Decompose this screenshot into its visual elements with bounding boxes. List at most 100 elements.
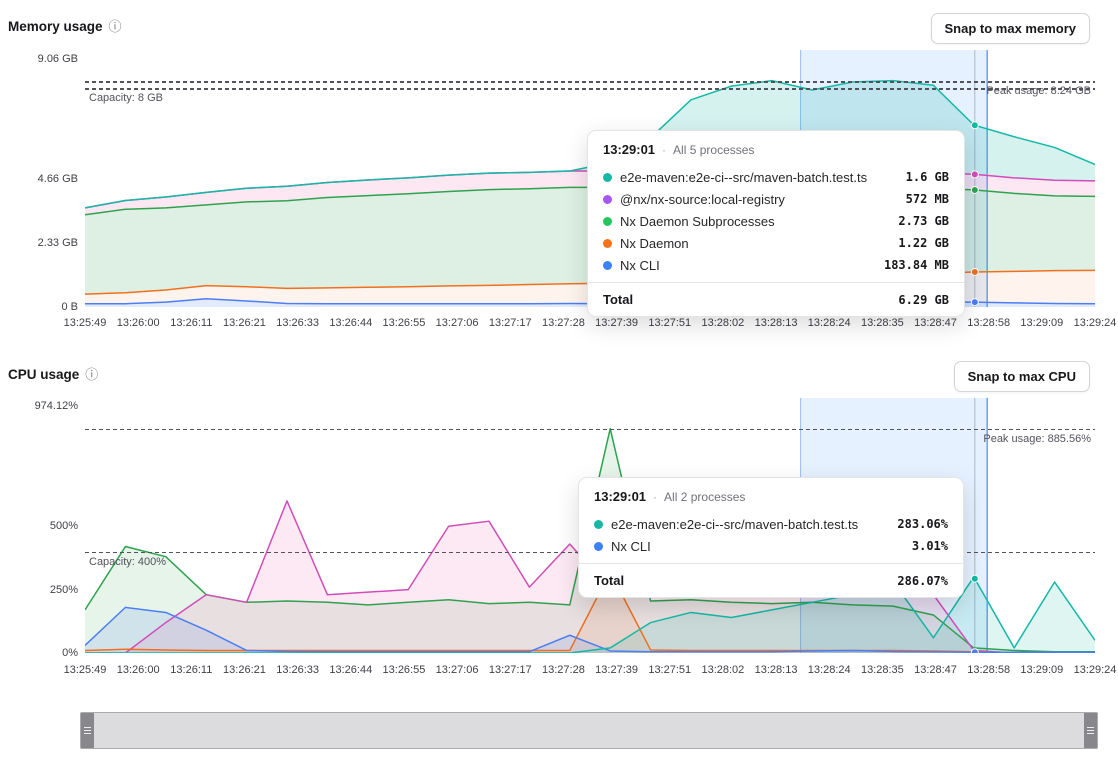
x-axis-tick: 13:26:11 (170, 664, 212, 676)
tooltip-process-list: e2e-maven:e2e-ci--src/maven-batch.test.t… (588, 164, 964, 282)
tooltip-header: 13:29:01 · All 5 processes (588, 131, 964, 164)
capacity-label: Capacity: 400% (89, 556, 166, 568)
x-axis-tick: 13:26:21 (223, 317, 266, 329)
x-axis-tick: 13:28:02 (701, 317, 744, 329)
y-axis-tick: 250% (50, 584, 78, 596)
tooltip-process-row: e2e-maven:e2e-ci--src/maven-batch.test.t… (579, 513, 963, 535)
process-color-dot (594, 542, 603, 551)
tooltip-separator: · (662, 143, 666, 157)
x-axis-tick: 13:28:35 (861, 317, 904, 329)
grip-icon (84, 730, 91, 731)
snap-to-max-cpu-button[interactable]: Snap to max CPU (954, 361, 1090, 392)
y-axis-tick: 0% (62, 647, 78, 659)
x-axis-tick: 13:29:09 (1020, 664, 1063, 676)
x-axis-tick: 13:27:51 (648, 317, 691, 329)
process-value: 1.6 GB (906, 170, 949, 184)
process-name: Nx Daemon (620, 236, 689, 251)
x-axis-tick: 13:27:06 (436, 317, 479, 329)
x-axis-tick: 13:26:55 (383, 664, 426, 676)
x-axis-tick: 13:28:02 (701, 664, 744, 676)
tooltip-process-row: @nx/nx-source:local-registry 572 MB (588, 188, 964, 210)
cpu-tooltip: 13:29:01 · All 2 processes e2e-maven:e2e… (578, 477, 964, 598)
x-axis-tick: 13:28:13 (755, 664, 798, 676)
x-axis-tick: 13:28:13 (755, 317, 798, 329)
process-name: Nx CLI (620, 258, 660, 273)
total-label: Total (603, 292, 633, 307)
tooltip-time: 13:29:01 (603, 142, 655, 157)
x-axis-tick: 13:26:00 (117, 664, 160, 676)
process-value: 183.84 MB (884, 258, 949, 272)
tooltip-total-row: Total 6.29 GB (588, 282, 964, 316)
x-axis-tick: 13:25:49 (64, 317, 107, 329)
x-axis-tick: 13:27:17 (489, 317, 532, 329)
total-value: 286.07% (897, 574, 948, 588)
x-axis-tick: 13:26:44 (329, 664, 372, 676)
memory-x-axis: 13:25:49 13:26:00 13:26:11 13:26:21 13:26:33… (0, 317, 1118, 333)
x-axis-tick: 13:28:47 (914, 317, 957, 329)
time-range-brush[interactable] (80, 712, 1098, 749)
peak-usage-label: Peak usage: 885.56% (983, 433, 1091, 445)
process-value: 3.01% (912, 539, 948, 553)
process-color-dot (603, 195, 612, 204)
x-axis-tick: 13:28:24 (808, 664, 851, 676)
x-axis-tick: 13:26:44 (329, 317, 372, 329)
process-value: 2.73 GB (898, 214, 949, 228)
capacity-label: Capacity: 8 GB (89, 92, 163, 104)
cpu-info-icon[interactable] (85, 368, 98, 381)
snap-to-max-memory-button[interactable]: Snap to max memory (931, 13, 1091, 44)
x-axis-tick: 13:26:33 (276, 664, 319, 676)
brush-right-handle[interactable] (1084, 713, 1097, 748)
x-axis-tick: 13:28:24 (808, 317, 851, 329)
process-color-dot (594, 520, 603, 529)
cpu-panel-header: CPU usage (8, 367, 98, 382)
x-axis-tick: 13:27:28 (542, 664, 585, 676)
process-name: Nx CLI (611, 539, 651, 554)
y-axis-tick: 974.12% (35, 400, 78, 412)
brush-selected-range[interactable] (94, 713, 1084, 748)
x-axis-tick: 13:26:55 (383, 317, 426, 329)
tooltip-time: 13:29:01 (594, 489, 646, 504)
process-value: 1.22 GB (898, 236, 949, 250)
x-axis-tick: 13:29:24 (1074, 664, 1117, 676)
x-axis-tick: 13:26:11 (170, 317, 212, 329)
tooltip-process-list: e2e-maven:e2e-ci--src/maven-batch.test.t… (579, 511, 963, 563)
x-axis-tick: 13:27:17 (489, 664, 532, 676)
resource-profiler-screen: Memory usage Snap to max memory Capacity… (0, 0, 1118, 761)
process-name: e2e-maven:e2e-ci--src/maven-batch.test.t… (611, 517, 858, 532)
x-axis-tick: 13:27:51 (648, 664, 691, 676)
y-axis-tick: 4.66 GB (38, 173, 78, 185)
memory-panel-header: Memory usage (8, 19, 122, 34)
memory-tooltip: 13:29:01 · All 5 processes e2e-maven:e2e… (587, 130, 965, 317)
process-value: 283.06% (897, 517, 948, 531)
cpu-x-axis: 13:25:4913:26:0013:26:1113:26:2113:26:33… (0, 664, 1118, 680)
x-axis-tick: 13:26:21 (223, 664, 266, 676)
tooltip-header: 13:29:01 · All 2 processes (579, 478, 963, 511)
memory-panel-title: Memory usage (8, 19, 103, 34)
brush-left-handle[interactable] (81, 713, 94, 748)
memory-info-icon[interactable] (109, 20, 122, 33)
process-name: Nx Daemon Subprocesses (620, 214, 775, 229)
process-color-dot (603, 173, 612, 182)
x-axis-tick: 13:27:39 (595, 317, 638, 329)
tooltip-process-row: Nx CLI 183.84 MB (588, 254, 964, 276)
peak-usage-line (85, 429, 1095, 431)
x-axis-tick: 13:28:35 (861, 664, 904, 676)
y-axis-tick: 500% (50, 520, 78, 532)
x-axis-tick: 13:28:47 (914, 664, 957, 676)
process-color-dot (603, 239, 612, 248)
x-axis-tick: 13:26:00 (117, 317, 160, 329)
grip-icon (1087, 730, 1094, 731)
tooltip-process-row: Nx Daemon Subprocesses 2.73 GB (588, 210, 964, 232)
process-value: 572 MB (906, 192, 949, 206)
x-axis-tick: 13:28:58 (967, 317, 1010, 329)
x-axis-tick: 13:27:28 (542, 317, 585, 329)
total-value: 6.29 GB (898, 293, 949, 307)
tooltip-process-row: Nx Daemon 1.22 GB (588, 232, 964, 254)
tooltip-total-row: Total 286.07% (579, 563, 963, 597)
tooltip-process-row: Nx CLI 3.01% (579, 535, 963, 557)
x-axis-tick: 13:26:33 (276, 317, 319, 329)
tooltip-subtitle: All 5 processes (673, 143, 754, 157)
cpu-panel-title: CPU usage (8, 367, 79, 382)
peak-usage-line (85, 81, 1095, 83)
process-name: @nx/nx-source:local-registry (620, 192, 785, 207)
